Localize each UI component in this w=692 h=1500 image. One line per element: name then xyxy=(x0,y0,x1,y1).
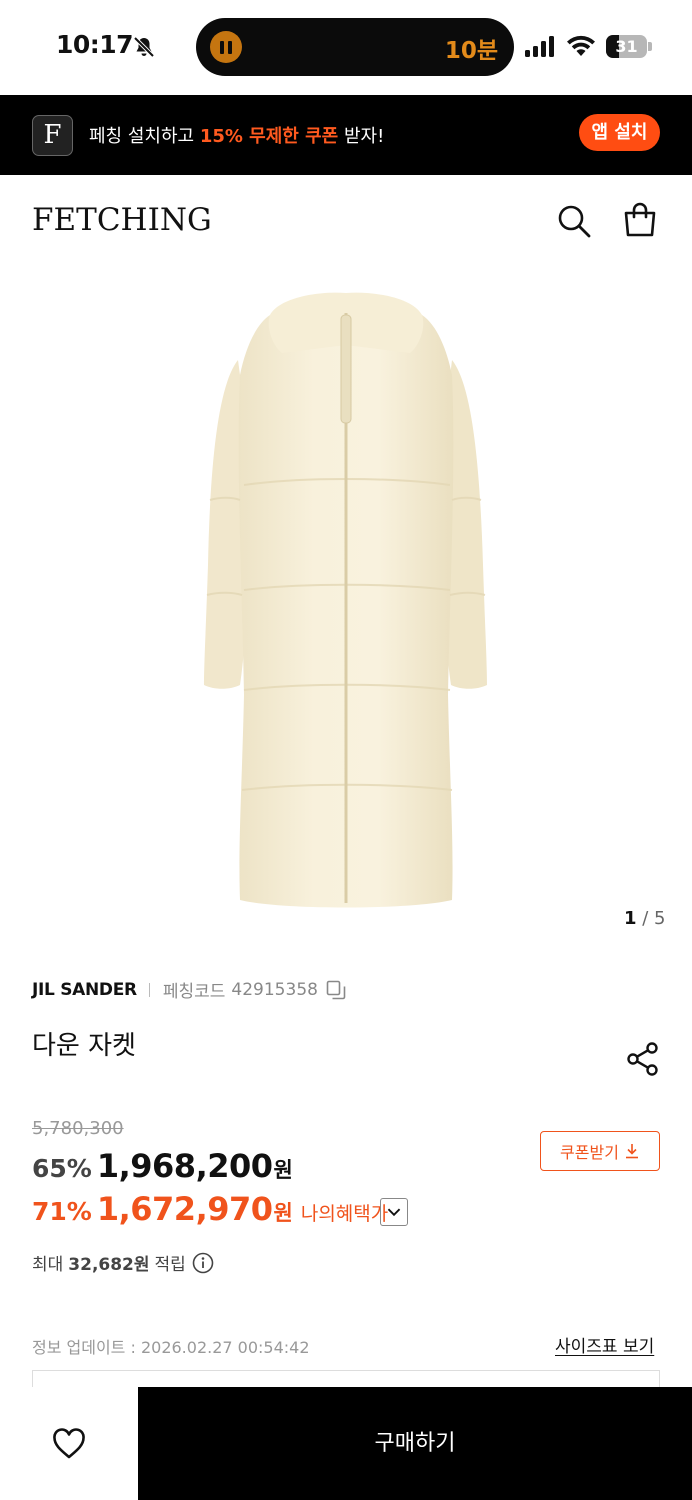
benefit-price-row: 71% 1,672,970 원 나의혜택가 xyxy=(32,1190,388,1228)
shopping-bag-icon[interactable] xyxy=(622,202,658,238)
benefit-label: 나의혜택가 xyxy=(300,1203,389,1225)
signal-icon xyxy=(525,36,554,57)
bottom-action-bar: 구매하기 xyxy=(0,1387,692,1500)
product-name: 다운 자켓 xyxy=(32,1031,136,1061)
site-header: FETCHING xyxy=(0,175,692,265)
divider xyxy=(148,982,150,997)
promo-text: 페칭 설치하고 15% 무제한 쿠폰 받자! xyxy=(89,122,384,148)
island-timer: 10분 xyxy=(444,38,498,64)
status-time: 10:17 xyxy=(56,30,134,59)
benefit-price: 1,672,970 xyxy=(96,1190,273,1228)
battery-icon: 31 xyxy=(606,35,652,58)
points-suffix: 적립 xyxy=(154,1255,186,1275)
wifi-icon xyxy=(567,35,595,56)
image-total: 5 xyxy=(654,908,666,929)
image-index: 1 xyxy=(624,908,637,929)
copy-icon[interactable] xyxy=(326,980,346,1000)
currency-label: 원 xyxy=(273,1158,293,1182)
image-counter: 1 / 5 xyxy=(624,908,666,929)
promo-highlight: 15% 무제한 쿠폰 xyxy=(199,126,339,147)
pause-icon[interactable] xyxy=(210,31,242,63)
dynamic-island[interactable]: 10분 xyxy=(196,18,514,76)
battery-level: 31 xyxy=(615,37,638,56)
points-info: 최대 32,682원 적립 xyxy=(32,1250,214,1275)
benefit-rate: 71% xyxy=(32,1197,92,1226)
product-brand[interactable]: JIL SANDER xyxy=(32,980,137,1000)
points-value: 32,682원 xyxy=(68,1255,150,1275)
coupon-button-label: 쿠폰받기 xyxy=(560,1143,619,1162)
wishlist-button[interactable] xyxy=(0,1387,138,1500)
sale-price-row: 65% 1,968,200 원 xyxy=(32,1147,293,1185)
chevron-down-icon[interactable] xyxy=(380,1198,408,1226)
brand-line: JIL SANDER 페칭코드 42915358 xyxy=(32,977,346,1002)
image-counter-separator: / xyxy=(636,908,655,929)
points-prefix: 최대 xyxy=(32,1255,64,1275)
download-icon xyxy=(625,1144,638,1159)
promo-text-start: 페칭 설치하고 xyxy=(89,126,200,147)
promo-text-end: 받자! xyxy=(338,126,385,147)
buy-button[interactable]: 구매하기 xyxy=(138,1387,692,1500)
benefit-currency-label: 원 xyxy=(273,1201,293,1225)
heart-icon xyxy=(53,1428,85,1459)
info-icon[interactable] xyxy=(192,1252,214,1274)
app-install-button[interactable]: 앱 설치 xyxy=(579,114,660,151)
size-chart-link[interactable]: 사이즈표 보기 xyxy=(555,1332,654,1357)
product-code-label: 페칭코드 xyxy=(162,982,226,1002)
app-install-banner[interactable]: F 페칭 설치하고 15% 무제한 쿠폰 받자! 앱 설치 xyxy=(0,95,692,175)
original-price: 5,780,300 xyxy=(32,1118,124,1139)
product-image[interactable] xyxy=(0,265,692,945)
share-icon[interactable] xyxy=(626,1042,660,1076)
coupon-download-button[interactable]: 쿠폰받기 xyxy=(540,1131,660,1171)
search-icon[interactable] xyxy=(556,203,592,239)
brand-logo[interactable]: FETCHING xyxy=(32,202,212,238)
sale-price: 1,968,200 xyxy=(96,1147,273,1185)
bell-muted-icon xyxy=(133,36,155,58)
info-update-time: 정보 업데이트 : 2026.02.27 00:54:42 xyxy=(32,1338,310,1357)
product-code: 42915358 xyxy=(231,979,318,1000)
app-logo-icon: F xyxy=(32,115,73,156)
discount-rate: 65% xyxy=(32,1154,92,1183)
status-bar: 10:17 10분 31 xyxy=(0,0,692,95)
